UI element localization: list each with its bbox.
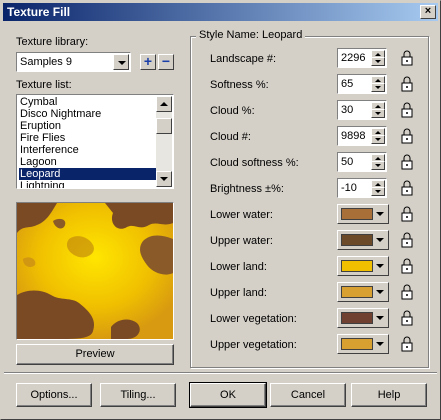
lock-icon[interactable] [400,258,414,274]
brightness-spinner[interactable]: -10 [337,178,387,198]
landscape-spinner[interactable]: 2296 [337,48,387,68]
list-item[interactable]: Lightning [19,180,160,188]
lock-icon[interactable] [400,336,414,352]
lower-water-label: Lower water: [210,209,273,221]
lock-icon[interactable] [400,310,414,326]
lock-icon[interactable] [400,284,414,300]
spin-down-button[interactable] [371,135,385,144]
chevron-down-icon [376,290,384,294]
spin-down-button[interactable] [371,83,385,92]
cancel-button[interactable]: Cancel [270,383,346,407]
upper-vegetation-color-picker[interactable] [337,334,389,354]
preview-button[interactable]: Preview [16,344,174,365]
lock-icon[interactable] [400,232,414,248]
upper-water-color-picker[interactable] [337,230,389,250]
add-library-button[interactable]: + [140,54,156,70]
list-scrollbar[interactable] [156,96,172,187]
cloud-percent-value: 30 [341,104,354,116]
window-title: Texture Fill [7,5,71,19]
lower-water-color-picker[interactable] [337,204,389,224]
cloud-number-label: Cloud #: [210,131,251,143]
texture-library-dropdown[interactable]: Samples 9 [16,52,131,72]
list-item[interactable]: Interference [19,144,160,156]
softness-label: Softness %: [210,79,269,91]
softness-value: 65 [341,78,354,90]
lower-vegetation-color-picker[interactable] [337,308,389,328]
list-item-selected[interactable]: Leopard [19,168,160,180]
list-item[interactable]: Eruption [19,120,160,132]
lock-icon[interactable] [400,76,414,92]
brightness-value: -10 [341,182,357,194]
ok-button[interactable]: OK [189,382,267,408]
lock-icon[interactable] [400,206,414,222]
lock-icon[interactable] [400,50,414,66]
chevron-down-icon [376,342,384,346]
spin-down-button[interactable] [371,187,385,196]
landscape-label: Landscape #: [210,53,277,65]
chevron-down-icon [376,316,384,320]
landscape-value: 2296 [341,52,366,64]
title-bar: Texture Fill × [3,3,438,21]
spin-down-button[interactable] [371,161,385,170]
upper-water-label: Upper water: [210,235,273,247]
texture-library-label: Texture library: [16,36,89,48]
cloud-percent-spinner[interactable]: 30 [337,100,387,120]
color-swatch [341,338,373,350]
upper-land-color-picker[interactable] [337,282,389,302]
remove-library-button[interactable]: − [158,54,174,70]
lock-icon[interactable] [400,102,414,118]
options-button[interactable]: Options... [16,383,92,407]
lower-land-label: Lower land: [210,261,267,273]
texture-preview-image [16,202,174,340]
upper-land-label: Upper land: [210,287,267,299]
color-swatch [341,312,373,324]
list-item[interactable]: Fire Flies [19,132,160,144]
color-swatch [341,234,373,246]
lower-land-color-picker[interactable] [337,256,389,276]
separator [4,372,437,374]
lock-icon[interactable] [400,154,414,170]
minus-icon: − [161,53,171,69]
upper-vegetation-label: Upper vegetation: [210,339,297,351]
softness-spinner[interactable]: 65 [337,74,387,94]
color-swatch [341,260,373,272]
chevron-down-icon[interactable] [113,54,129,70]
cloud-softness-value: 50 [341,156,354,168]
lock-icon[interactable] [400,128,414,144]
cloud-number-value: 9898 [341,130,366,142]
close-button[interactable]: × [420,5,436,19]
texture-library-value: Samples 9 [20,56,72,68]
scroll-thumb[interactable] [156,118,172,134]
lock-icon[interactable] [400,180,414,196]
list-item[interactable]: Disco Nightmare [19,108,160,120]
lower-vegetation-label: Lower vegetation: [210,313,297,325]
color-swatch [341,208,373,220]
cloud-softness-spinner[interactable]: 50 [337,152,387,172]
cloud-percent-label: Cloud %: [210,105,255,117]
scroll-up-button[interactable] [156,96,172,112]
spin-down-button[interactable] [371,57,385,66]
cloud-softness-label: Cloud softness %: [210,157,299,169]
brightness-label: Brightness ±%: [210,183,284,195]
cloud-number-spinner[interactable]: 9898 [337,126,387,146]
chevron-down-icon [376,212,384,216]
chevron-down-icon [376,238,384,242]
color-swatch [341,286,373,298]
help-button[interactable]: Help [351,383,427,407]
plus-icon: + [143,53,153,69]
texture-list[interactable]: Cymbal Disco Nightmare Eruption Fire Fli… [16,94,174,189]
chevron-down-icon [376,264,384,268]
scroll-down-button[interactable] [156,171,172,187]
leopard-texture [17,203,173,339]
style-name-label: Style Name: Leopard [196,29,306,41]
list-item[interactable]: Lagoon [19,156,160,168]
list-item[interactable]: Cymbal [19,96,160,108]
spin-down-button[interactable] [371,109,385,118]
tiling-button[interactable]: Tiling... [100,383,176,407]
texture-list-label: Texture list: [16,79,72,91]
